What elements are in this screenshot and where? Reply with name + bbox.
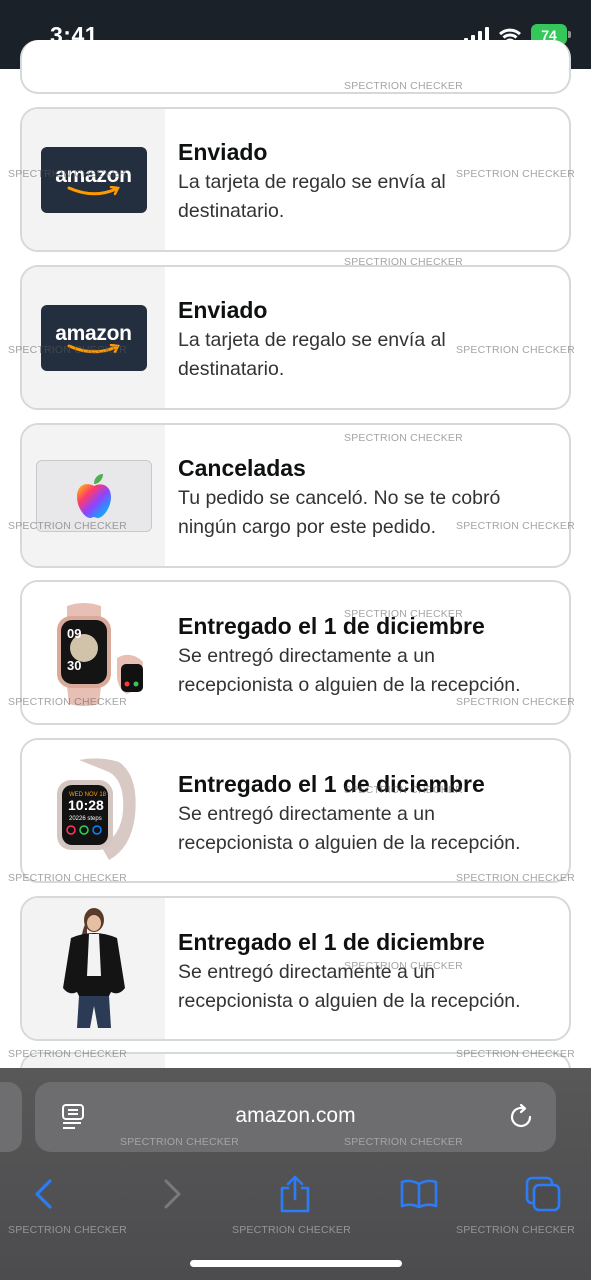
svg-text:20226 steps: 20226 steps [69,816,102,822]
forward-button[interactable] [150,1172,194,1216]
black-cardigan-image [62,908,125,1028]
order-status-description-line1: La tarjeta de regalo se envía al [178,171,446,193]
order-info: Entregado el 1 de diciembre Se entregó d… [165,740,521,881]
order-status-description-line1: Se entregó directamente a un [178,645,435,667]
order-thumbnail: WED NOV 18 10:28 20226 steps [22,740,165,881]
order-card[interactable]: amazon Enviado La tarjeta de regalo se e… [20,265,571,410]
order-info: Enviado La tarjeta de regalo se envía al… [165,109,446,250]
bookmarks-button[interactable] [397,1172,441,1216]
order-thumbnail [22,898,165,1039]
order-status-title: Entregado el 1 de diciembre [178,613,485,639]
browser-toolbar [0,1168,591,1218]
order-status-description-line2: recepcionista o alguien de la recepción. [178,674,521,696]
url-text: amazon.com [235,1104,356,1127]
order-status-title: Entregado el 1 de diciembre [178,929,485,955]
back-icon [35,1179,52,1209]
order-status-description-line1: Se entregó directamente a un [178,961,435,983]
address-bar[interactable]: amazon.com [35,1082,556,1152]
svg-text:10:28: 10:28 [68,797,104,813]
tabs-icon [525,1176,561,1212]
safari-bottom-bar: amazon.com [0,1068,591,1280]
order-card[interactable]: amazon Enviado La tarjeta de regalo se e… [20,107,571,252]
share-button[interactable] [273,1172,317,1216]
tabs-button[interactable] [521,1172,565,1216]
order-card[interactable]: 09 30 Entregado el 1 de diciembre Se ent… [20,580,571,725]
reload-icon[interactable] [506,1102,536,1132]
order-card[interactable]: Canceladas Tu pedido se canceló. No se t… [20,423,571,568]
order-thumbnail: amazon [22,267,165,408]
home-indicator [190,1260,402,1267]
order-status-description-line2: ningún cargo por este pedido. [178,516,437,538]
amazon-gift-card-image: amazon [40,146,147,213]
order-info: Canceladas Tu pedido se canceló. No se t… [165,425,500,566]
amazon-gift-card-image: amazon [40,304,147,371]
order-thumbnail [22,425,165,566]
order-status-description-line1: La tarjeta de regalo se envía al [178,329,446,351]
svg-text:09: 09 [67,626,81,641]
order-status-title: Entregado el 1 de diciembre [178,771,485,797]
order-thumbnail: amazon [22,109,165,250]
forward-icon [164,1179,181,1209]
amazon-smile-icon [67,343,120,353]
svg-text:30: 30 [67,658,81,673]
order-status-description-line2: recepcionista o alguien de la recepción. [178,990,521,1012]
back-button[interactable] [22,1172,66,1216]
apple-logo-icon [76,473,111,518]
apple-gift-card-image [35,459,152,532]
share-icon [280,1175,310,1213]
previous-tab-preview[interactable] [0,1082,22,1152]
order-info: Entregado el 1 de diciembre Se entregó d… [165,582,521,723]
order-status-description-line1: Tu pedido se canceló. No se te cobró [178,487,501,509]
pink-smartwatch-image: 09 30 [56,602,143,706]
order-thumbnail: 09 30 [22,582,165,723]
amazon-logo-text: amazon [55,163,132,187]
order-info: Enviado La tarjeta de regalo se envía al… [165,267,446,408]
order-status-description-line2: destinatario. [178,358,285,380]
order-info: Entregado el 1 de diciembre Se entregó d… [165,898,521,1039]
order-card-partial[interactable] [20,40,571,94]
bookmarks-icon [400,1179,438,1209]
order-status-title: Enviado [178,297,268,323]
order-status-title: Enviado [178,139,268,165]
order-status-title: Canceladas [178,455,306,481]
order-status-description-line1: Se entregó directamente a un [178,803,435,825]
order-status-description-line2: recepcionista o alguien de la recepción. [178,832,521,854]
order-status-description-line2: destinatario. [178,200,285,222]
rose-smartwatch-image: WED NOV 18 10:28 20226 steps [56,757,136,860]
amazon-smile-icon [67,185,120,195]
order-card[interactable]: Entregado el 1 de diciembre Se entregó d… [20,896,571,1041]
amazon-logo-text: amazon [55,321,132,345]
order-card[interactable]: WED NOV 18 10:28 20226 steps Entregado e… [20,738,571,883]
